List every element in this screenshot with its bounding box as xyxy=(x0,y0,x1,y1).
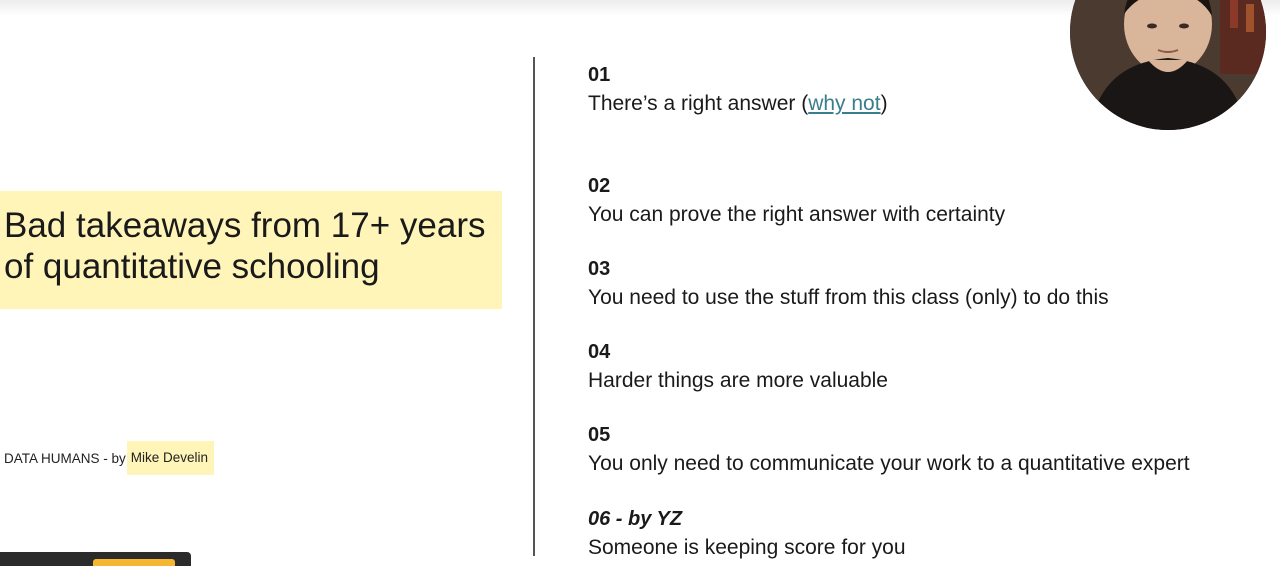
webcam-overlay[interactable] xyxy=(1070,0,1266,130)
item-text-after: ) xyxy=(880,92,888,115)
item-number: 05 xyxy=(588,424,611,446)
item-text: Someone is keeping score for you xyxy=(588,536,906,559)
list-item: 02 You can prove the right answer with c… xyxy=(588,174,1005,228)
item-text: You only need to communicate your work t… xyxy=(588,452,1190,475)
why-not-link[interactable]: why not xyxy=(808,92,880,115)
list-item: 04 Harder things are more valuable xyxy=(588,340,888,394)
credit-line: DATA HUMANS - by Mike Develin xyxy=(4,441,215,475)
item-number: 06 - by YZ xyxy=(588,508,683,530)
video-controls-accent[interactable] xyxy=(93,559,175,566)
vertical-divider xyxy=(533,57,535,556)
item-number: 04 xyxy=(588,341,611,363)
list-item: 06 - by YZ Someone is keeping score for … xyxy=(588,507,906,561)
person-video-icon xyxy=(1070,0,1266,130)
item-text-before: There’s a right answer ( xyxy=(588,92,809,115)
item-text: There’s a right answer (why not) xyxy=(588,91,888,117)
list-item: 05 You only need to communicate your wor… xyxy=(588,423,1190,477)
item-text: Harder things are more valuable xyxy=(588,369,888,392)
item-number: 01 xyxy=(588,64,611,86)
slide-title: Bad takeaways from 17+ years of quantita… xyxy=(4,206,486,286)
credit-author: Mike Develin xyxy=(126,441,215,475)
slide-canvas: Bad takeaways from 17+ years of quantita… xyxy=(0,0,1280,566)
list-item: 03 You need to use the stuff from this c… xyxy=(588,257,1109,311)
item-text: You can prove the right answer with cert… xyxy=(588,203,1006,226)
item-number: 02 xyxy=(588,175,611,197)
list-item: 01 There’s a right answer (why not) xyxy=(588,63,888,117)
item-number: 03 xyxy=(588,258,611,280)
credit-prefix: DATA HUMANS - by xyxy=(4,450,126,466)
item-text: You need to use the stuff from this clas… xyxy=(588,286,1109,309)
